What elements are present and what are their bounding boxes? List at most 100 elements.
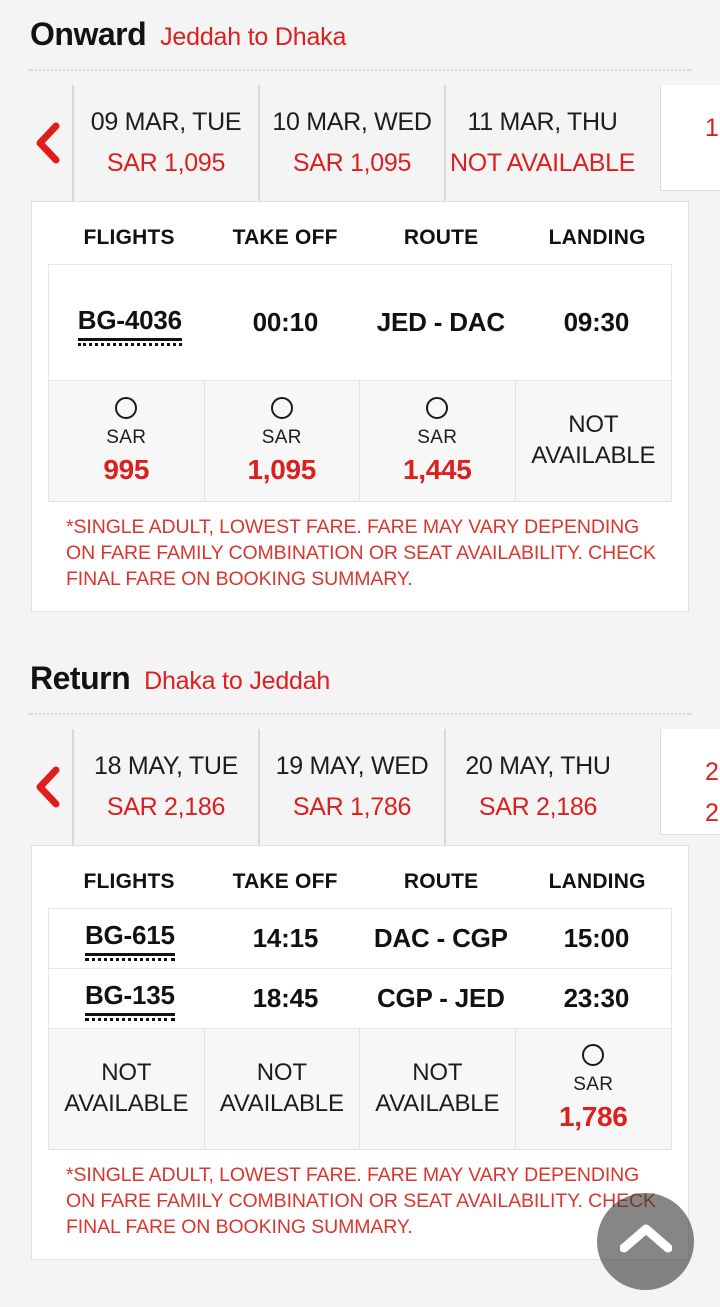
flight-number-link[interactable]: BG-615 bbox=[84, 920, 175, 962]
fare-currency: SAR bbox=[261, 426, 302, 448]
return-fare-options: NOT AVAILABLE NOT AVAILABLE NOT AVAILABL… bbox=[48, 1028, 672, 1150]
onward-fare-options: SAR 995 SAR 1,095 SAR 1,445 NOT AVAILABL… bbox=[48, 381, 672, 502]
date-fare: SAR 2,186 bbox=[478, 792, 598, 821]
date-label-partial: 2 bbox=[705, 757, 719, 786]
flight-number-link[interactable]: BG-135 bbox=[84, 980, 175, 1022]
onward-section-header: Onward Jeddah to Dhaka bbox=[0, 0, 720, 53]
onward-date-track[interactable]: 09 MAR, TUE SAR 1,095 10 MAR, WED SAR 1,… bbox=[72, 85, 720, 201]
flight-number-link[interactable]: BG-4036 bbox=[77, 305, 182, 346]
fare-option[interactable]: SAR 995 bbox=[49, 381, 205, 501]
return-date-track[interactable]: 18 MAY, TUE SAR 2,186 19 MAY, WED SAR 1,… bbox=[72, 728, 720, 845]
chevron-up-icon bbox=[619, 1222, 672, 1261]
not-available-label: NOT AVAILABLE bbox=[375, 1059, 500, 1117]
fare-amount: 1,095 bbox=[247, 453, 317, 485]
column-header-flights: FLIGHTS bbox=[83, 226, 175, 249]
fare-option[interactable]: SAR 1,445 bbox=[360, 381, 516, 501]
return-section-header: Return Dhaka to Jeddah bbox=[0, 660, 720, 697]
date-fare: SAR 1,095 bbox=[292, 149, 412, 177]
fare-currency: SAR bbox=[106, 426, 147, 448]
takeoff-time-cell: 18:45 bbox=[252, 982, 319, 1013]
column-header-route: ROUTE bbox=[403, 226, 479, 249]
fare-option[interactable]: SAR 1,095 bbox=[204, 381, 360, 501]
table-row[interactable]: BG-135 18:45 CGP - JED 23:30 bbox=[49, 969, 671, 1029]
fare-option[interactable]: SAR 1,786 bbox=[515, 1028, 671, 1149]
radio-unchecked-icon[interactable] bbox=[426, 396, 449, 419]
date-label: 20 MAY, THU bbox=[465, 751, 611, 780]
flight-number-cell[interactable]: BG-4036 bbox=[49, 305, 211, 346]
takeoff-time-cell: 00:10 bbox=[252, 307, 319, 337]
return-route-label: Dhaka to Jeddah bbox=[144, 666, 331, 695]
date-label: 10 MAR, WED bbox=[272, 108, 432, 136]
fare-option-unavailable: NOT AVAILABLE bbox=[49, 1028, 205, 1149]
column-header-takeoff: TAKE OFF bbox=[232, 869, 338, 893]
fare-currency: SAR bbox=[417, 426, 458, 448]
fare-option-unavailable: NOT AVAILABLE bbox=[204, 1028, 360, 1149]
return-date-option[interactable]: 19 MAY, WED SAR 1,786 bbox=[258, 728, 444, 845]
onward-date-option-selected[interactable]: 1 bbox=[660, 85, 720, 191]
fare-option-unavailable: NOT AVAILABLE bbox=[515, 381, 671, 501]
route-cell: JED - DAC bbox=[376, 307, 505, 337]
onward-date-strip[interactable]: 09 MAR, TUE SAR 1,095 10 MAR, WED SAR 1,… bbox=[0, 85, 720, 201]
date-label: 11 MAR, THU bbox=[467, 108, 618, 136]
onward-prev-date-button[interactable] bbox=[22, 85, 72, 201]
onward-flight-card: FLIGHTS TAKE OFF ROUTE LANDING BG-4036 0… bbox=[31, 201, 689, 612]
radio-unchecked-icon[interactable] bbox=[270, 396, 293, 419]
onward-route-label: Jeddah to Dhaka bbox=[160, 23, 347, 51]
column-header-takeoff: TAKE OFF bbox=[232, 226, 338, 249]
return-date-option[interactable]: 18 MAY, TUE SAR 2,186 bbox=[72, 728, 258, 845]
onward-table-header: FLIGHTS TAKE OFF ROUTE LANDING bbox=[48, 218, 672, 264]
fare-amount: 995 bbox=[103, 453, 150, 485]
onward-flight-table: BG-4036 00:10 JED - DAC 09:30 bbox=[48, 264, 672, 381]
date-label: 19 MAY, WED bbox=[275, 751, 429, 780]
route-cell: DAC - CGP bbox=[373, 922, 508, 953]
landing-time-cell: 09:30 bbox=[563, 307, 630, 337]
column-header-landing: LANDING bbox=[548, 226, 646, 249]
column-header-landing: LANDING bbox=[548, 869, 646, 893]
return-date-option-selected[interactable]: 2 2 bbox=[660, 728, 720, 835]
date-label-partial: 1 bbox=[705, 114, 719, 142]
route-cell: CGP - JED bbox=[376, 982, 505, 1013]
chevron-left-icon bbox=[34, 766, 60, 808]
onward-date-option[interactable]: 09 MAR, TUE SAR 1,095 bbox=[72, 85, 258, 201]
return-title: Return bbox=[30, 659, 131, 696]
not-available-label: NOT AVAILABLE bbox=[64, 1059, 189, 1117]
not-available-label: NOT AVAILABLE bbox=[531, 411, 656, 469]
table-row[interactable]: BG-4036 00:10 JED - DAC 09:30 bbox=[49, 265, 671, 381]
column-header-route: ROUTE bbox=[403, 869, 479, 893]
landing-time-cell: 23:30 bbox=[563, 982, 630, 1013]
onward-divider bbox=[28, 69, 692, 71]
return-fare-disclaimer: *SINGLE ADULT, LOWEST FARE. FARE MAY VAR… bbox=[66, 1163, 656, 1238]
date-fare: NOT AVAILABLE bbox=[450, 149, 636, 177]
column-header-flights: FLIGHTS bbox=[83, 869, 175, 893]
date-label: 09 MAR, TUE bbox=[90, 108, 242, 136]
onward-date-option[interactable]: 11 MAR, THU NOT AVAILABLE bbox=[444, 85, 639, 201]
flight-number-cell[interactable]: BG-615 bbox=[49, 920, 211, 962]
radio-unchecked-icon[interactable] bbox=[115, 396, 138, 419]
return-table-header: FLIGHTS TAKE OFF ROUTE LANDING bbox=[48, 862, 672, 908]
onward-title: Onward bbox=[30, 16, 147, 52]
flight-fare-calendar-page: Onward Jeddah to Dhaka 09 MAR, TUE SAR 1… bbox=[0, 0, 720, 1307]
date-fare: SAR 1,786 bbox=[292, 792, 412, 821]
return-flight-table: BG-615 14:15 DAC - CGP 15:00 BG-135 18:4… bbox=[48, 907, 672, 1029]
return-section: Return Dhaka to Jeddah 18 MAY, TUE SAR 2… bbox=[0, 660, 720, 1260]
return-divider bbox=[28, 712, 692, 715]
radio-unchecked-icon[interactable] bbox=[582, 1044, 605, 1067]
takeoff-time-cell: 14:15 bbox=[252, 922, 319, 953]
onward-fare-disclaimer: *SINGLE ADULT, LOWEST FARE. FARE MAY VAR… bbox=[66, 516, 656, 590]
return-date-option[interactable]: 20 MAY, THU SAR 2,186 bbox=[444, 728, 630, 845]
chevron-left-icon bbox=[34, 122, 60, 164]
date-fare: SAR 1,095 bbox=[106, 149, 226, 177]
flight-number-cell[interactable]: BG-135 bbox=[49, 980, 211, 1022]
landing-time-cell: 15:00 bbox=[563, 922, 630, 953]
date-fare: SAR 2,186 bbox=[106, 792, 226, 821]
fare-amount: 1,445 bbox=[402, 453, 472, 485]
table-row[interactable]: BG-615 14:15 DAC - CGP 15:00 bbox=[49, 909, 671, 969]
fare-amount: 1,786 bbox=[558, 1101, 628, 1133]
not-available-label: NOT AVAILABLE bbox=[219, 1059, 344, 1117]
scroll-to-top-button[interactable] bbox=[597, 1193, 694, 1290]
onward-date-option[interactable]: 10 MAR, WED SAR 1,095 bbox=[258, 85, 444, 201]
return-date-strip[interactable]: 18 MAY, TUE SAR 2,186 19 MAY, WED SAR 1,… bbox=[0, 728, 720, 845]
return-prev-date-button[interactable] bbox=[22, 729, 72, 845]
fare-option-unavailable: NOT AVAILABLE bbox=[360, 1028, 516, 1149]
